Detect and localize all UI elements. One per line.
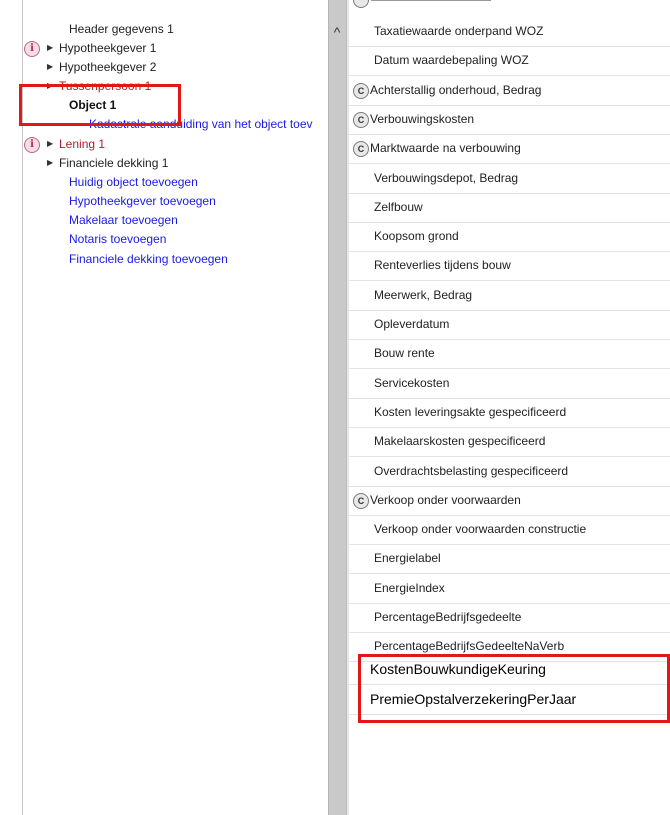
field-label: Energielabel [374,551,441,565]
field-row[interactable]: C Verbouwingskosten [349,105,670,135]
field-row[interactable]: PercentageBedrijfsgedeelte [349,603,670,633]
new-field-row[interactable]: PremieOpstalverzekeringPerJaar [349,685,670,715]
field-label: Taxatiewaarde onderpand WOZ [374,24,544,38]
info-icon[interactable]: i [24,41,40,57]
field-row[interactable]: Opleverdatum [349,310,670,340]
field-row[interactable]: Verbouwingsdepot, Bedrag [349,164,670,194]
field-label: Verbouwingskosten [370,112,475,126]
expand-arrow-icon[interactable]: ▶ [47,39,53,57]
tree-item-label: Hypotheekgever toevoegen [69,194,216,208]
field-label: Bouw rente [374,346,435,360]
calc-icon: C [353,112,369,128]
field-label: Verkoop onder voorwaarden constructie [374,522,587,536]
tree-item-label: Financiele dekking 1 [59,156,169,170]
field-label: Servicekosten [374,376,450,390]
navigation-tree: Header gegevens 1 i ▶ Hypotheekgever 1 ▶ Hypo… [22,0,329,815]
field-row[interactable]: Kosten leveringsakte gespecificeerd [349,398,670,428]
field-row[interactable]: EnergieIndex [349,574,670,604]
tree-item-label: Object 1 [69,98,117,112]
info-icon[interactable]: i [24,137,40,153]
field-label: Koopsom grond [374,229,459,243]
tree-scrollbar[interactable] [328,0,347,815]
field-row[interactable]: Datum waardebepaling WOZ [349,46,670,76]
calc-icon: C [353,83,369,99]
field-label: Achterstallig onderhoud, Bedrag [370,83,542,97]
field-row[interactable]: Energielabel [349,544,670,574]
field-row[interactable]: Zelfbouw [349,193,670,223]
expand-arrow-icon[interactable]: ▶ [47,77,53,95]
field-row[interactable]: Makelaarskosten gespecificeerd [349,427,670,457]
new-field-row[interactable]: KostenBouwkundigeKeuring [349,655,670,685]
tree-item-label: Hypotheekgever 1 [59,41,157,55]
field-label: PercentageBedrijfsgedeelte [374,610,522,624]
field-row[interactable]: C Marktwaarde na verbouwing [349,134,670,164]
tree-item-label: Lening 1 [59,137,106,151]
expand-arrow-icon[interactable]: ▶ [47,58,53,76]
tree-item-label: Kadastrale aanduiding van het object toe… [89,117,313,131]
new-field-label: KostenBouwkundigeKeuring [370,661,546,677]
tree-item-label: Notaris toevoegen [69,232,167,246]
field-row[interactable]: Renteverlies tijdens bouw [349,251,670,281]
field-label: Verbouwingsdepot, Bedrag [374,171,519,185]
new-field-label: PremieOpstalverzekeringPerJaar [370,691,577,707]
expand-arrow-icon[interactable]: ▶ [47,135,53,153]
field-label: Makelaarskosten gespecificeerd [374,434,546,448]
field-list: Taxatiewaarde onderpand WOZ Datum waardeb… [349,0,670,815]
expand-arrow-icon[interactable]: ▶ [47,154,53,172]
field-label: Zelfbouw [374,200,423,214]
field-row[interactable]: C Verkoop onder voorwaarden [349,486,670,516]
field-row[interactable]: Verkoop onder voorwaarden constructie [349,515,670,545]
calc-icon: C [353,493,369,509]
tree-item-label: Makelaar toevoegen [69,213,178,227]
field-row[interactable]: Taxatiewaarde onderpand WOZ [349,17,670,47]
field-label: Overdrachtsbelasting gespecificeerd [374,464,569,478]
field-label: Meerwerk, Bedrag [374,288,473,302]
field-label: Opleverdatum [374,317,450,331]
tree-item-label: Tussenpersoon 1 [59,79,152,93]
field-label: Datum waardebepaling WOZ [374,53,529,67]
tree-item-label: Hypotheekgever 2 [59,60,157,74]
field-label: Renteverlies tijdens bouw [374,258,511,272]
scroll-up-icon[interactable]: ^ [328,22,346,42]
field-label: Kosten leveringsakte gespecificeerd [374,405,567,419]
calc-icon: C [353,141,369,157]
field-label: Verkoop onder voorwaarden [370,493,521,507]
tree-item-label: Header gegevens 1 [69,22,174,36]
field-row[interactable]: C Achterstallig onderhoud, Bedrag [349,76,670,106]
clipped-row-edge [371,0,491,4]
tree-item-label: Huidig object toevoegen [69,175,198,189]
field-row[interactable]: Koopsom grond [349,222,670,252]
field-row[interactable]: Servicekosten [349,369,670,399]
field-row[interactable]: Meerwerk, Bedrag [349,281,670,311]
field-label: Marktwaarde na verbouwing [370,141,521,155]
field-row[interactable]: Bouw rente [349,339,670,369]
calc-icon [353,0,369,8]
field-row[interactable]: Overdrachtsbelasting gespecificeerd [349,457,670,487]
tree-item-label: Financiele dekking toevoegen [69,252,228,266]
field-label: EnergieIndex [374,581,445,595]
